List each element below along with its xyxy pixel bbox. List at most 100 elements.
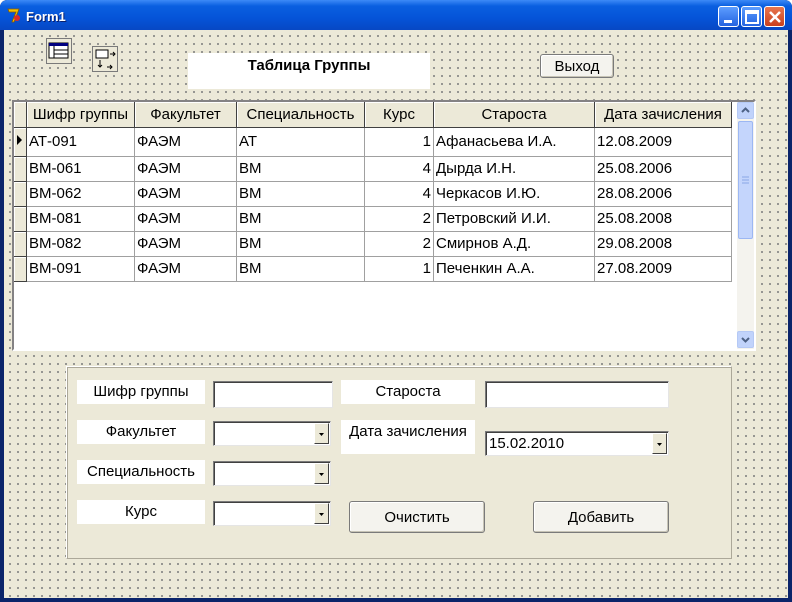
table-cell[interactable]: ВМ-082: [26, 231, 135, 257]
chevron-up-icon: [741, 107, 750, 113]
date-picker[interactable]: 15.02.2010: [485, 431, 669, 456]
maximize-button[interactable]: [741, 6, 762, 27]
column-header-code[interactable]: Шифр группы: [26, 102, 135, 128]
add-button[interactable]: Добавить: [533, 501, 669, 533]
form-client-area: Таблица Группы Выход Шифр группы Факульт…: [4, 30, 788, 598]
faculty-select[interactable]: [213, 421, 331, 446]
clear-button[interactable]: Очистить: [349, 501, 485, 533]
table-cell[interactable]: 27.08.2009: [594, 256, 732, 282]
chevron-down-icon: [741, 337, 750, 343]
faculty-dropdown-arrow[interactable]: [314, 423, 329, 444]
table-row[interactable]: ВМ-091 ФАЭМ ВМ 1 Печенкин А.А. 27.08.2009: [14, 256, 732, 282]
table-row[interactable]: ВМ-082 ФАЭМ ВМ 2 Смирнов А.Д. 29.08.2008: [14, 231, 732, 257]
exit-button[interactable]: Выход: [540, 54, 614, 78]
close-button[interactable]: [764, 6, 785, 27]
row-indicator[interactable]: [14, 181, 27, 207]
table-cell[interactable]: ВМ: [236, 256, 365, 282]
scroll-up-button[interactable]: [737, 102, 754, 119]
chevron-down-icon: [319, 473, 324, 476]
column-header-date[interactable]: Дата зачисления: [594, 102, 732, 128]
table-cell[interactable]: 2: [364, 206, 434, 232]
input-panel: Шифр группы Староста Факультет Дата зачи…: [66, 366, 732, 559]
scroll-down-button[interactable]: [737, 331, 754, 348]
specialty-select[interactable]: [213, 461, 331, 486]
table-cell[interactable]: Афанасьева И.А.: [433, 127, 595, 157]
table-cell[interactable]: АТ-091: [26, 127, 135, 157]
chevron-down-icon: [319, 513, 324, 516]
table-cell[interactable]: Дырда И.Н.: [433, 156, 595, 182]
head-label: Староста: [341, 380, 475, 404]
scroll-thumb[interactable]: [738, 121, 753, 239]
table-cell[interactable]: 4: [364, 181, 434, 207]
specialty-label: Специальность: [77, 460, 205, 484]
table-cell[interactable]: АТ: [236, 127, 365, 157]
page-title: Таблица Группы: [188, 53, 430, 89]
table-cell[interactable]: ВМ: [236, 156, 365, 182]
course-dropdown-arrow[interactable]: [314, 503, 329, 524]
date-picker-value: 15.02.2010: [489, 435, 565, 452]
header-indicator-cell: [14, 102, 27, 128]
groups-grid[interactable]: Шифр группы Факультет Специальность Курс…: [12, 100, 756, 351]
course-label: Курс: [77, 500, 205, 524]
close-icon: [769, 11, 781, 23]
table-cell[interactable]: 12.08.2009: [594, 127, 732, 157]
code-input[interactable]: [213, 381, 333, 408]
table-cell[interactable]: ФАЭМ: [134, 231, 237, 257]
row-indicator[interactable]: [14, 231, 27, 257]
current-row-arrow-icon: [17, 134, 22, 145]
head-input[interactable]: [485, 381, 669, 408]
app-window: Form1 Таблица Группы Выход Шифр группы Ф…: [0, 0, 792, 602]
grid-table: Шифр группы Факультет Специальность Курс…: [14, 102, 732, 282]
column-header-course[interactable]: Курс: [364, 102, 434, 128]
grid-body: АТ-091 ФАЭМ АТ 1 Афанасьева И.А. 12.08.2009 ВМ…: [14, 127, 732, 282]
table-cell[interactable]: 1: [364, 256, 434, 282]
table-cell[interactable]: ВМ: [236, 231, 365, 257]
table-cell[interactable]: Печенкин А.А.: [433, 256, 595, 282]
column-header-head[interactable]: Староста: [433, 102, 595, 128]
row-indicator[interactable]: [14, 256, 27, 282]
table-row[interactable]: АТ-091 ФАЭМ АТ 1 Афанасьева И.А. 12.08.2009: [14, 127, 732, 157]
grid-vertical-scrollbar[interactable]: [737, 102, 754, 349]
table-row[interactable]: ВМ-061 ФАЭМ ВМ 4 Дырда И.Н. 25.08.2006: [14, 156, 732, 182]
table-cell[interactable]: ФАЭМ: [134, 181, 237, 207]
table-cell[interactable]: Черкасов И.Ю.: [433, 181, 595, 207]
table-cell[interactable]: Петровский И.И.: [433, 206, 595, 232]
course-select[interactable]: [213, 501, 331, 526]
table-cell[interactable]: ВМ: [236, 206, 365, 232]
table-cell[interactable]: ФАЭМ: [134, 256, 237, 282]
table-cell[interactable]: ФАЭМ: [134, 127, 237, 157]
table-cell[interactable]: 2: [364, 231, 434, 257]
table-cell[interactable]: 1: [364, 127, 434, 157]
table-cell[interactable]: ВМ-062: [26, 181, 135, 207]
row-indicator[interactable]: [14, 127, 27, 157]
maximize-icon: [745, 10, 759, 24]
table-cell[interactable]: 29.08.2008: [594, 231, 732, 257]
table-cell[interactable]: ВМ-081: [26, 206, 135, 232]
table-cell[interactable]: 25.08.2006: [594, 156, 732, 182]
window-title: Form1: [26, 9, 66, 24]
table-cell[interactable]: 4: [364, 156, 434, 182]
table-cell[interactable]: ВМ-091: [26, 256, 135, 282]
table-cell[interactable]: ФАЭМ: [134, 206, 237, 232]
table-row[interactable]: ВМ-081 ФАЭМ ВМ 2 Петровский И.И. 25.08.2008: [14, 206, 732, 232]
table-cell[interactable]: Смирнов А.Д.: [433, 231, 595, 257]
table-cell[interactable]: 25.08.2008: [594, 206, 732, 232]
date-label: Дата зачисления: [341, 420, 475, 454]
table-row[interactable]: ВМ-062 ФАЭМ ВМ 4 Черкасов И.Ю. 28.08.2006: [14, 181, 732, 207]
column-header-specialty[interactable]: Специальность: [236, 102, 365, 128]
date-dropdown-arrow[interactable]: [652, 433, 667, 454]
table-cell[interactable]: ВМ: [236, 181, 365, 207]
delphi-app-icon: [7, 8, 20, 23]
column-header-faculty[interactable]: Факультет: [134, 102, 237, 128]
specialty-dropdown-arrow[interactable]: [314, 463, 329, 484]
row-indicator[interactable]: [14, 156, 27, 182]
table-view-icon[interactable]: [46, 38, 72, 64]
title-bar[interactable]: Form1: [0, 0, 792, 30]
minimize-button[interactable]: [718, 6, 739, 27]
swap-arrows-icon[interactable]: [92, 46, 118, 72]
table-cell[interactable]: 28.08.2006: [594, 181, 732, 207]
table-cell[interactable]: ФАЭМ: [134, 156, 237, 182]
code-label: Шифр группы: [77, 380, 205, 404]
row-indicator[interactable]: [14, 206, 27, 232]
table-cell[interactable]: ВМ-061: [26, 156, 135, 182]
